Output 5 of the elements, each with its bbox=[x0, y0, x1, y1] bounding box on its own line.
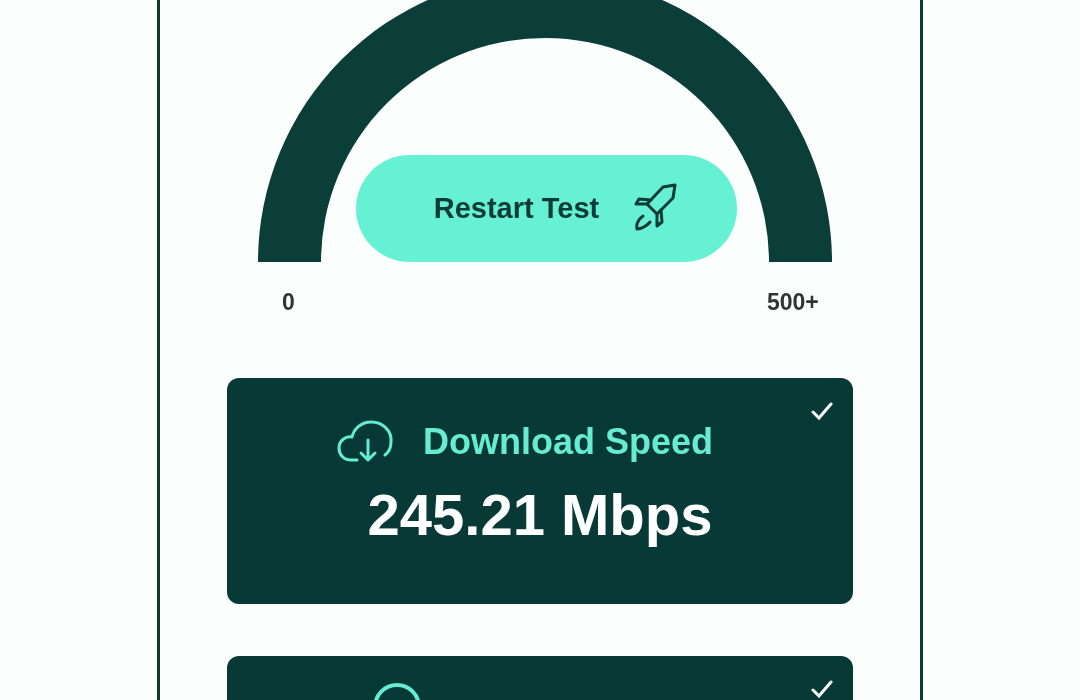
speed-value: 245.21 Mbps bbox=[366, 481, 714, 549]
gauge-max-label: 500+ bbox=[767, 288, 819, 317]
restart-test-button[interactable]: Restart Test bbox=[356, 155, 737, 262]
result-label: Download Speed bbox=[423, 420, 714, 464]
gauge-min-label: 0 bbox=[282, 288, 295, 317]
